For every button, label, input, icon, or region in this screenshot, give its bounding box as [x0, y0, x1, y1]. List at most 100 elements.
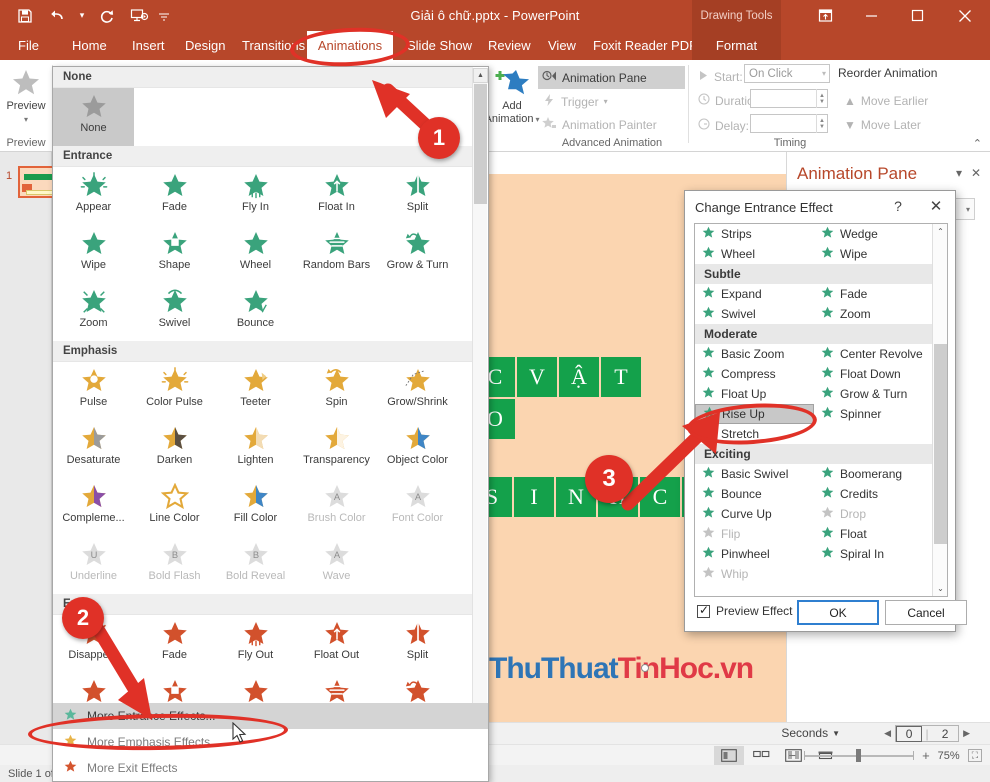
animation-pane-button[interactable]: Animation Pane	[538, 66, 685, 89]
effect-list-scrollbar[interactable]: ⌃ ⌄	[932, 224, 947, 596]
gallery-item-wipe[interactable]: Wipe	[53, 225, 134, 283]
effect-item-bounce[interactable]: Bounce	[695, 484, 814, 504]
effect-item-float-down[interactable]: Float Down	[814, 364, 933, 384]
effect-item-credits[interactable]: Credits	[814, 484, 933, 504]
effect-item-zoom[interactable]: Zoom	[814, 304, 933, 324]
effect-item-drop[interactable]: Drop	[814, 504, 933, 524]
gallery-item-random-bars[interactable]: Random Bars	[296, 225, 377, 283]
gallery-item-compleme[interactable]: Compleme...	[53, 478, 134, 536]
gallery-item-fill-color[interactable]: Fill Color	[215, 478, 296, 536]
effect-item-spiral-in[interactable]: Spiral In	[814, 544, 933, 564]
effect-item-flip[interactable]: Flip	[695, 524, 814, 544]
seconds-stepper[interactable]: ◀ 0 | 2 ▶	[884, 725, 970, 742]
gallery-item-bounce[interactable]: Bounce	[215, 283, 296, 341]
effect-item-center-revolve[interactable]: Center Revolve	[814, 344, 933, 364]
trigger-dropdown-icon[interactable]: ▾	[604, 97, 608, 106]
seconds-prev-icon[interactable]: ◀	[884, 728, 891, 739]
zoom-in-icon[interactable]: +	[922, 748, 930, 763]
seconds-value-box[interactable]: 0 | 2	[895, 725, 960, 742]
gallery-item-grow-turn[interactable]: Grow & Turn	[377, 225, 458, 283]
gallery-item-bold-flash[interactable]: B Bold Flash	[134, 536, 215, 594]
ribbon-display-options-icon[interactable]	[802, 0, 848, 31]
effect-item-curve-up[interactable]: Curve Up	[695, 504, 814, 524]
gallery-item-none[interactable]: None	[53, 88, 134, 146]
effect-item-spinner[interactable]: Spinner	[814, 404, 933, 424]
gallery-item-fly-in[interactable]: Fly In	[215, 167, 296, 225]
effect-item-basic-swivel[interactable]: Basic Swivel	[695, 464, 814, 484]
effect-item-strips[interactable]: Strips	[695, 224, 814, 244]
scroll-down-icon[interactable]: ⌄	[933, 581, 947, 596]
effect-item-expand[interactable]: Expand	[695, 284, 814, 304]
gallery-item-grow-shrink[interactable]: Grow/Shrink	[377, 362, 458, 420]
preview-dropdown-icon[interactable]: ▾	[24, 113, 28, 126]
zoom-out-icon[interactable]: −	[788, 748, 796, 763]
gallery-item-teeter[interactable]: Teeter	[215, 362, 296, 420]
help-question-icon[interactable]: ?	[889, 198, 907, 214]
effect-item-grow-turn[interactable]: Grow & Turn	[814, 384, 933, 404]
preview-effect-checkbox[interactable]: Preview Effect	[697, 603, 792, 618]
crossword-cell[interactable]: V	[516, 356, 558, 398]
animation-pane-dropdown-icon[interactable]: ▾	[956, 166, 962, 180]
chevron-up-icon[interactable]: ⌃	[973, 137, 982, 150]
animation-gallery-dropdown[interactable]: None None Entrance Appear Fade Fly In Float In…	[52, 66, 489, 782]
more-exit-effects-item[interactable]: More Exit Effects	[53, 755, 488, 781]
gallery-item-font-color[interactable]: A Font Color	[377, 478, 458, 536]
effect-item-wedge[interactable]: Wedge	[814, 224, 933, 244]
crossword-cell[interactable]: T	[600, 356, 642, 398]
effect-item-swivel[interactable]: Swivel	[695, 304, 814, 324]
crossword-cell[interactable]: Ậ	[558, 356, 600, 398]
effect-item-boomerang[interactable]: Boomerang	[814, 464, 933, 484]
tab-format[interactable]: Format	[692, 31, 781, 60]
effect-item-basic-zoom[interactable]: Basic Zoom	[695, 344, 814, 364]
start-dropdown-icon[interactable]: ▾	[822, 69, 826, 78]
effect-item-pinwheel[interactable]: Pinwheel	[695, 544, 814, 564]
maximize-icon[interactable]	[894, 0, 940, 31]
crossword-cell[interactable]: C	[489, 356, 516, 398]
gallery-item-zoom[interactable]: Zoom	[53, 283, 134, 341]
gallery-item-fade[interactable]: Fade	[134, 167, 215, 225]
chevron-down-icon[interactable]: ▼	[832, 729, 840, 738]
gallery-item-line-color[interactable]: Line Color	[134, 478, 215, 536]
animation-painter-button[interactable]: Animation Painter	[538, 113, 661, 136]
crossword-cell[interactable]: O	[489, 398, 516, 440]
tab-review[interactable]: Review	[478, 31, 541, 60]
effect-item-wheel[interactable]: Wheel	[695, 244, 814, 264]
seconds-dropdown[interactable]: Seconds ▼	[781, 726, 840, 740]
gallery-item-wheel[interactable]: Wheel	[215, 225, 296, 283]
gallery-item-desaturate[interactable]: Desaturate	[53, 420, 134, 478]
duration-input[interactable]: ▲ ▼	[750, 89, 828, 108]
gallery-item-swivel[interactable]: Swivel	[134, 283, 215, 341]
effect-item-float[interactable]: Float	[814, 524, 933, 544]
tab-file[interactable]: File	[8, 31, 49, 60]
normal-view-icon[interactable]	[714, 746, 744, 765]
zoom-slider[interactable]	[804, 747, 915, 764]
zoom-slider-knob[interactable]	[856, 749, 862, 762]
gallery-item-object-color[interactable]: Object Color	[377, 420, 458, 478]
delay-spinner[interactable]: ▲ ▼	[816, 114, 827, 133]
cancel-button[interactable]: Cancel	[885, 600, 967, 625]
gallery-item-color-pulse[interactable]: Color Pulse	[134, 362, 215, 420]
crossword-cell[interactable]: S	[489, 476, 513, 518]
crossword-cell[interactable]: C	[639, 476, 681, 518]
effect-item-wipe[interactable]: Wipe	[814, 244, 933, 264]
fit-to-window-icon[interactable]: ⛶	[967, 749, 982, 762]
effect-list-scroll-thumb[interactable]	[934, 344, 947, 544]
ok-button[interactable]: OK	[797, 600, 879, 625]
effect-item-whip[interactable]: Whip	[695, 564, 814, 584]
gallery-item-split[interactable]: Split	[377, 615, 458, 673]
start-select[interactable]: On Click ▾	[744, 64, 830, 83]
tab-insert[interactable]: Insert	[122, 31, 175, 60]
gallery-scroll-thumb[interactable]	[474, 84, 487, 204]
selection-handle[interactable]	[641, 664, 649, 672]
gallery-item-shape[interactable]: Shape	[134, 225, 215, 283]
close-icon[interactable]	[940, 0, 990, 31]
minimize-icon[interactable]	[848, 0, 894, 31]
gallery-item-wave[interactable]: A Wave	[296, 536, 377, 594]
move-later-button[interactable]: ▼ Move Later	[840, 113, 925, 136]
gallery-item-pulse[interactable]: Pulse	[53, 362, 134, 420]
scroll-up-icon[interactable]: ⌃	[933, 224, 947, 239]
dialog-close-icon[interactable]: ✕	[927, 197, 945, 215]
seconds-next-icon[interactable]: ▶	[963, 728, 970, 739]
effect-item-float-up[interactable]: Float Up	[695, 384, 814, 404]
gallery-item-appear[interactable]: Appear	[53, 167, 134, 225]
